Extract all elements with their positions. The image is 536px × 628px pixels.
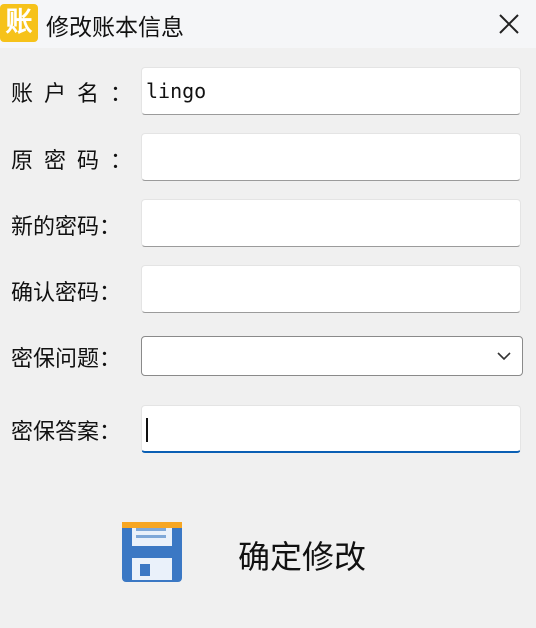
account-name-input[interactable]: lingo <box>141 67 521 115</box>
floppy-disk-icon <box>122 522 182 582</box>
confirm-password-label: 确认密码： <box>11 281 122 306</box>
chevron-down-icon <box>497 352 511 361</box>
security-question-label: 密保问题： <box>11 347 122 372</box>
security-answer-input[interactable] <box>141 405 521 453</box>
confirm-button-label[interactable]: 确定修改 <box>238 532 366 578</box>
app-icon: 账 <box>0 4 38 42</box>
close-icon <box>499 14 519 34</box>
text-caret <box>146 418 148 442</box>
window-title: 修改账本信息 <box>46 15 184 41</box>
confirm-password-input[interactable] <box>141 265 521 313</box>
security-answer-label: 密保答案： <box>11 420 122 445</box>
account-name-label: 账户名： <box>11 82 144 107</box>
new-password-label: 新的密码： <box>11 215 122 240</box>
new-password-input[interactable] <box>141 199 521 247</box>
security-question-select[interactable] <box>141 336 523 376</box>
title-bar: 账 修改账本信息 <box>0 0 536 48</box>
close-button[interactable] <box>486 6 532 42</box>
old-password-input[interactable] <box>141 133 521 181</box>
old-password-label: 原密码： <box>11 149 144 174</box>
